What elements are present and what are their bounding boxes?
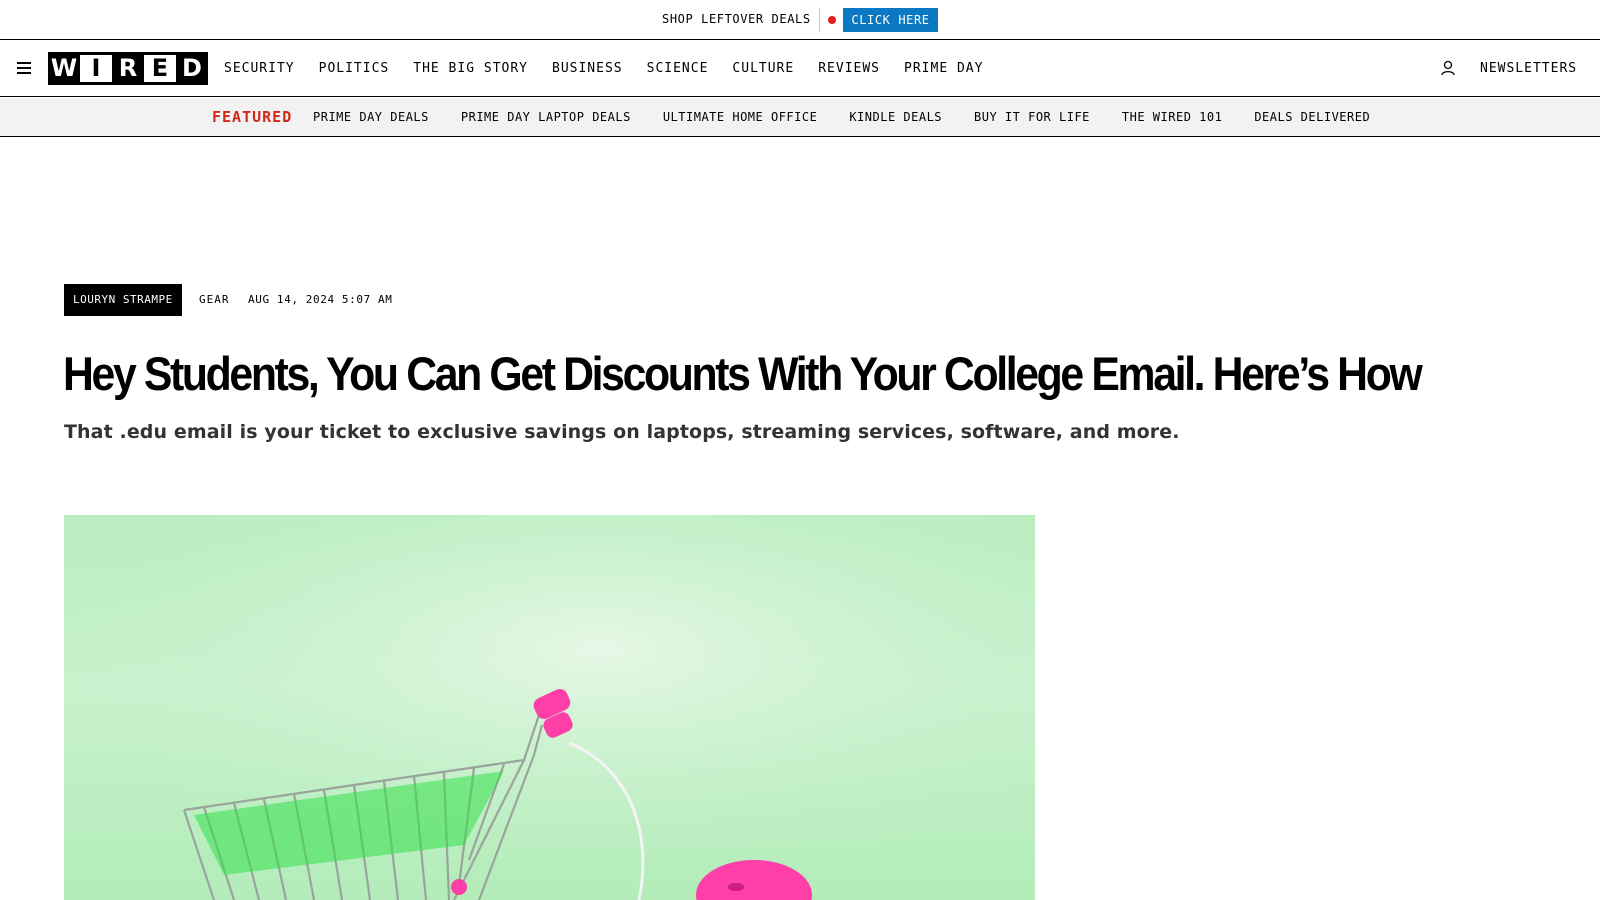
hamburger-menu-icon[interactable] [17, 62, 31, 74]
hero-image [64, 515, 1035, 900]
promo-text[interactable]: Shop Leftover Deals [662, 12, 811, 26]
featured-link-deals-delivered[interactable]: Deals Delivered [1254, 110, 1370, 124]
featured-label: Featured [212, 108, 293, 126]
article-headline: Hey Students, You Can Get Discounts With… [63, 347, 1423, 400]
article-dek: That .edu email is your ticket to exclus… [64, 421, 1180, 443]
main-nav: W I R E D Security Politics The Big Stor… [0, 41, 1600, 97]
logo-letter: W [48, 52, 80, 85]
author-byline[interactable]: Louryn Strampe [64, 284, 182, 316]
nav-link-culture[interactable]: Culture [732, 61, 794, 76]
rubric-link[interactable]: Gear [199, 293, 230, 306]
user-icon[interactable] [1440, 60, 1456, 76]
promo-cta-button[interactable]: Click Here [843, 8, 938, 32]
featured-link-prime-day-deals[interactable]: Prime Day Deals [313, 110, 429, 124]
publish-date: Aug 14, 2024 5:07 AM [248, 293, 393, 306]
logo-letter: R [112, 52, 144, 85]
featured-link-prime-day-laptop-deals[interactable]: Prime Day Laptop Deals [461, 110, 631, 124]
nav-link-politics[interactable]: Politics [319, 61, 390, 76]
featured-link-ultimate-home-office[interactable]: Ultimate Home Office [663, 110, 818, 124]
nav-link-big-story[interactable]: The Big Story [413, 61, 528, 76]
featured-link-kindle-deals[interactable]: Kindle Deals [849, 110, 942, 124]
logo-letter: E [144, 52, 176, 85]
featured-link-buy-it-for-life[interactable]: Buy It For Life [974, 110, 1090, 124]
logo-letter: D [176, 52, 208, 85]
nav-links: Security Politics The Big Story Business… [224, 61, 1007, 76]
promo-bar: Shop Leftover Deals Click Here [0, 0, 1600, 40]
shopping-cart-illustration [64, 515, 1035, 900]
logo-letter: I [80, 52, 112, 85]
newsletters-link[interactable]: Newsletters [1480, 61, 1577, 76]
featured-bar: Featured Prime Day Deals Prime Day Lapto… [0, 98, 1600, 137]
featured-link-wired-101[interactable]: The WIRED 101 [1122, 110, 1222, 124]
nav-link-business[interactable]: Business [552, 61, 623, 76]
nav-link-reviews[interactable]: Reviews [818, 61, 880, 76]
wired-logo[interactable]: W I R E D [48, 52, 208, 85]
featured-links: Prime Day Deals Prime Day Laptop Deals U… [313, 110, 1402, 124]
nav-link-science[interactable]: Science [647, 61, 709, 76]
promo-live-dot-icon [828, 16, 836, 24]
promo-divider [819, 8, 820, 32]
nav-link-security[interactable]: Security [224, 61, 295, 76]
nav-link-prime-day[interactable]: Prime Day [904, 61, 983, 76]
